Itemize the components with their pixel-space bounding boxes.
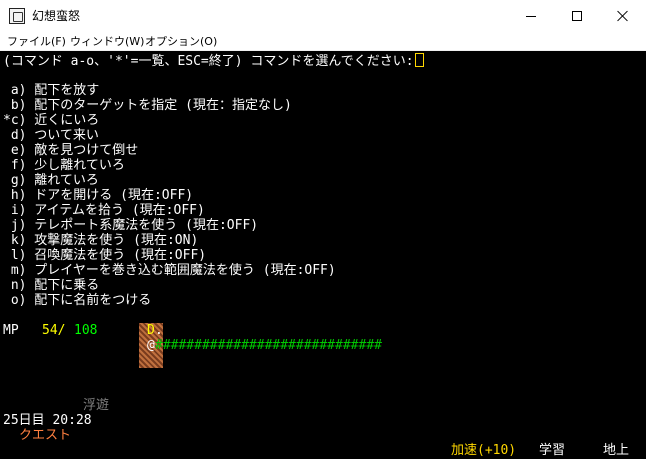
date-time: 25日目 20:28 <box>3 413 92 428</box>
app-icon <box>9 8 25 24</box>
text-cursor <box>414 53 424 67</box>
command-item-b[interactable]: b) 配下のターゲットを指定 (現在：指定なし) <box>3 98 292 113</box>
command-item-a[interactable]: a) 配下を放す <box>3 83 100 98</box>
command-prompt: (コマンド a-o、'*'=一覧、ESC=終了) コマンドを選んでください: <box>3 53 424 69</box>
minimize-button[interactable] <box>508 0 554 32</box>
menu-bar: ファイル(F) ウィンドウ(W) オプション(O) <box>0 32 646 51</box>
command-item-e[interactable]: e) 敵を見つけて倒せ <box>3 143 139 158</box>
command-item-l[interactable]: l) 召喚魔法を使う (現在:OFF) <box>3 248 206 263</box>
close-icon <box>617 10 629 22</box>
study-status: 学習 <box>539 443 566 458</box>
prompt-text: (コマンド a-o、'*'=一覧、ESC=終了) コマンドを選んでください: <box>3 54 414 69</box>
menu-options[interactable]: オプション(O) <box>145 34 217 49</box>
game-terminal[interactable]: (コマンド a-o、'*'=一覧、ESC=終了) コマンドを選んでください: a… <box>0 51 646 459</box>
minimize-icon <box>526 15 536 17</box>
window-title: 幻想蛮怒 <box>32 9 81 23</box>
command-item-j[interactable]: j) テレポート系魔法を使う (現在:OFF) <box>3 218 258 233</box>
quest-status: クエスト <box>19 428 72 443</box>
floating-status: 浮遊 <box>83 398 110 413</box>
command-item-f[interactable]: f) 少し離れていろ <box>3 158 125 173</box>
mp-max: 108 <box>74 323 98 338</box>
mp-current: 54/ <box>42 323 66 338</box>
speed-status: 加速(+10) <box>451 443 517 458</box>
maximize-button[interactable] <box>554 0 600 32</box>
command-item-m[interactable]: m) プレイヤーを巻き込む範囲魔法を使う (現在:OFF) <box>3 263 336 278</box>
map-wall-run: ############################# <box>155 338 382 353</box>
ground-status: 地上 <box>603 443 630 458</box>
mp-label: MP <box>3 323 19 338</box>
title-bar[interactable]: 幻想蛮怒 <box>0 0 646 32</box>
maximize-icon <box>572 11 582 21</box>
map-floor: . <box>155 323 163 338</box>
menu-window[interactable]: ウィンドウ(W) <box>70 34 144 49</box>
map-monster: D <box>147 323 155 338</box>
command-item-c[interactable]: *c) 近くにいろ <box>3 113 99 128</box>
command-item-d[interactable]: d) ついて来い <box>3 128 99 143</box>
command-item-n[interactable]: n) 配下に乗る <box>3 278 100 293</box>
command-item-k[interactable]: k) 攻撃魔法を使う (現在:ON) <box>3 233 198 248</box>
command-item-i[interactable]: i) アイテムを拾う (現在:OFF) <box>3 203 205 218</box>
close-button[interactable] <box>600 0 646 32</box>
command-item-o[interactable]: o) 配下に名前をつける <box>3 293 152 308</box>
menu-file[interactable]: ファイル(F) <box>7 34 66 49</box>
map-player: @ <box>147 338 155 353</box>
command-item-g[interactable]: g) 離れていろ <box>3 173 99 188</box>
command-item-h[interactable]: h) ドアを開ける (現在:OFF) <box>3 188 193 203</box>
